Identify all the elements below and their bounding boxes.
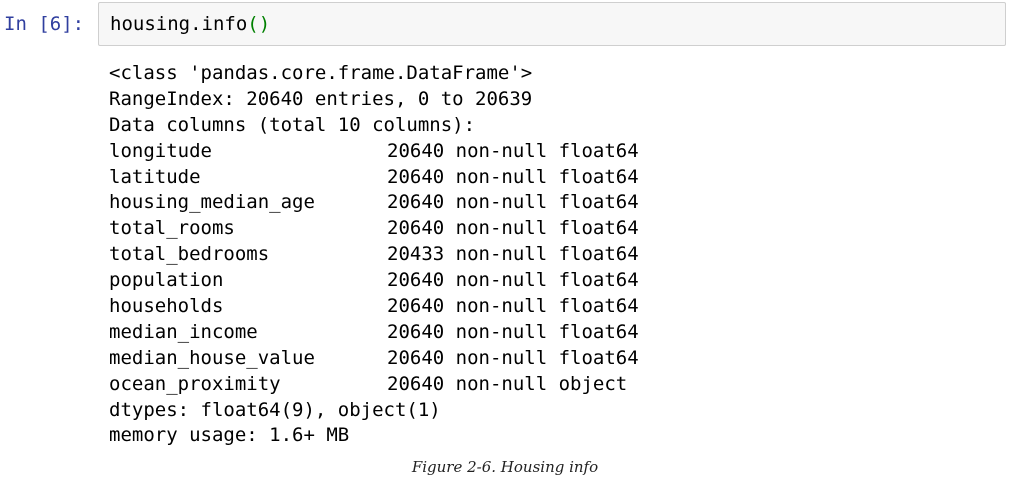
code-parens: () <box>247 13 271 35</box>
column-row: median_income 20640 non-null float64 <box>109 320 639 346</box>
column-name: housing_median_age <box>109 191 315 214</box>
column-info: 20640 non-null float64 <box>387 217 639 240</box>
column-row: median_house_value 20640 non-null float64 <box>109 346 639 372</box>
code-text: housing.info <box>110 13 248 35</box>
column-row: households 20640 non-null float64 <box>109 294 639 320</box>
column-info: 20640 non-null float64 <box>387 165 639 188</box>
column-info: 20640 non-null float64 <box>387 269 639 292</box>
column-info: 20640 non-null float64 <box>387 295 639 318</box>
column-name: ocean_proximity <box>109 372 281 395</box>
column-info: 20640 non-null float64 <box>387 191 639 214</box>
output-memory: memory usage: 1.6+ MB <box>109 424 350 447</box>
column-row: ocean_proximity 20640 non-null object <box>109 372 639 398</box>
column-name: latitude <box>109 165 201 188</box>
figure-caption: Figure 2-6. Housing info <box>411 458 599 476</box>
column-row: latitude 20640 non-null float64 <box>109 165 639 191</box>
column-name: households <box>109 295 224 318</box>
cell-output: <class 'pandas.core.frame.DataFrame'> Ra… <box>109 61 639 449</box>
output-data-columns: Data columns (total 10 columns): <box>109 113 476 136</box>
column-row: total_rooms 20640 non-null float64 <box>109 216 639 242</box>
column-info: 20640 non-null float64 <box>387 320 639 343</box>
column-info: 20640 non-null float64 <box>387 346 639 369</box>
code-input-area[interactable]: housing.info() <box>98 2 1006 46</box>
column-row: longitude 20640 non-null float64 <box>109 139 639 165</box>
column-name: total_rooms <box>109 217 235 240</box>
column-row: housing_median_age 20640 non-null float64 <box>109 190 639 216</box>
output-dtypes: dtypes: float64(9), object(1) <box>109 398 441 421</box>
output-range-index: RangeIndex: 20640 entries, 0 to 20639 <box>109 87 533 110</box>
column-name: median_house_value <box>109 346 315 369</box>
input-prompt: In [6]: <box>4 13 85 35</box>
column-row: population 20640 non-null float64 <box>109 268 639 294</box>
output-class-line: <class 'pandas.core.frame.DataFrame'> <box>109 62 533 84</box>
column-name: median_income <box>109 320 258 343</box>
column-name: longitude <box>109 139 212 162</box>
notebook-cell: In [6]: housing.info() <class 'pandas.co… <box>0 0 1010 446</box>
column-name: total_bedrooms <box>109 243 270 266</box>
column-info: 20640 non-null float64 <box>387 139 639 162</box>
column-name: population <box>109 269 224 292</box>
column-row: total_bedrooms 20433 non-null float64 <box>109 242 639 268</box>
column-info: 20433 non-null float64 <box>387 243 639 266</box>
code-line[interactable]: housing.info() <box>110 11 270 37</box>
column-info: 20640 non-null object <box>387 372 628 395</box>
